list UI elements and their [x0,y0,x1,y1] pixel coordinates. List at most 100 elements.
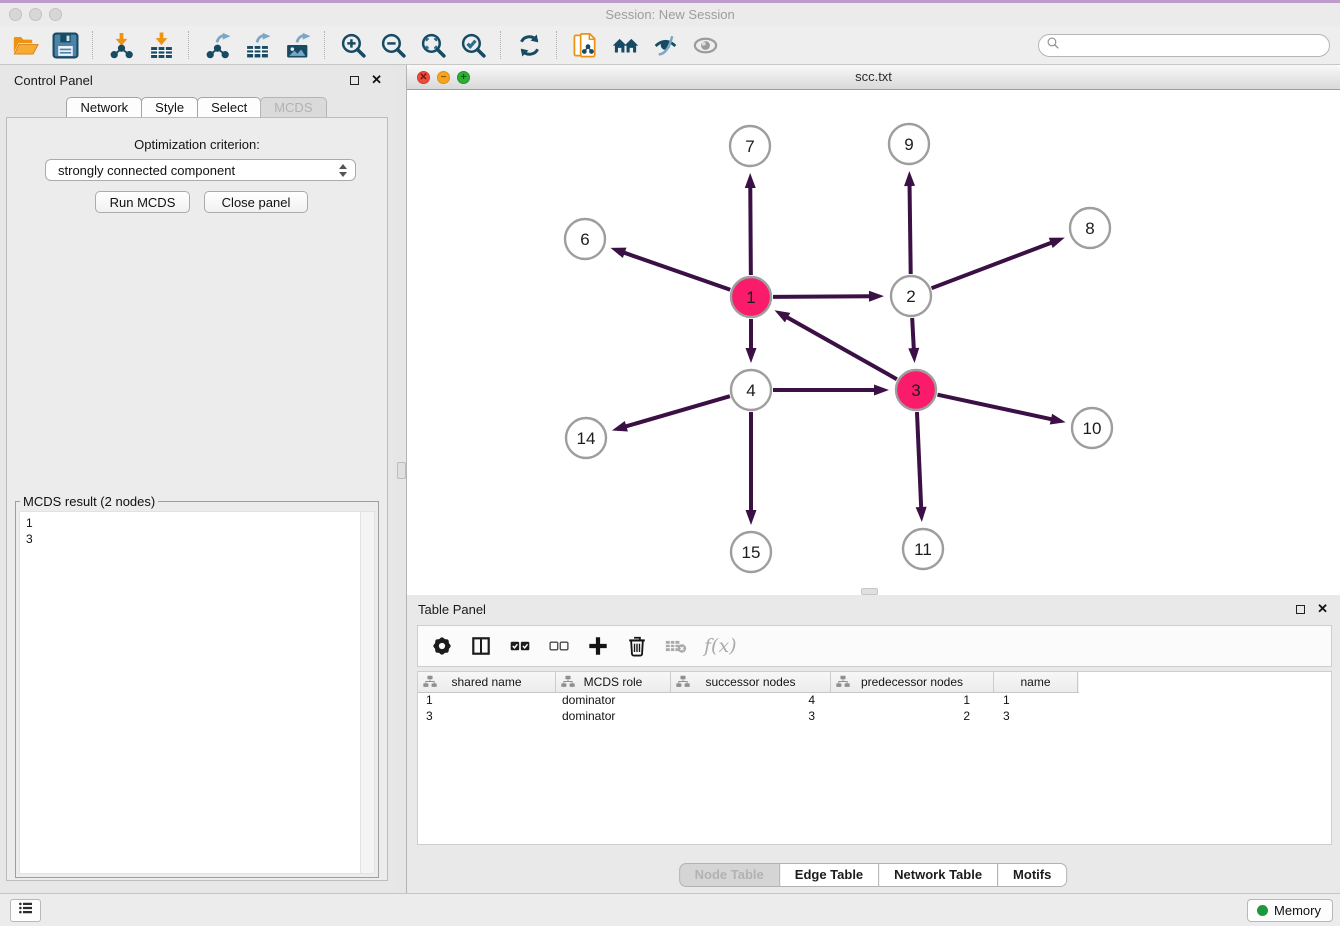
criterion-dropdown[interactable]: strongly connected component [45,159,356,181]
graph-edge-1-7[interactable] [750,186,751,275]
tab-network-table[interactable]: Network Table [878,863,998,887]
table-cell: 1 [831,693,994,709]
column-header-name[interactable]: name [994,672,1078,692]
export-table-icon[interactable] [240,28,274,62]
graph-edge-3-10[interactable] [938,395,1053,420]
tab-network[interactable]: Network [66,97,142,119]
close-panel-icon[interactable]: ✕ [371,75,382,85]
select-all-checkboxes-icon[interactable] [509,635,531,657]
graph-edge-4-14[interactable] [624,396,729,427]
graph-node-label: 10 [1083,419,1102,438]
zoom-selected-icon[interactable] [456,28,490,62]
graph-edge-arrowhead [746,348,757,363]
delete-column-icon[interactable] [626,635,648,657]
control-panel: Control Panel ✕ NetworkStyleSelectMCDS O… [0,65,394,893]
table-close-panel-icon[interactable]: ✕ [1317,604,1328,614]
zoom-fit-icon[interactable] [416,28,450,62]
function-builder-icon[interactable]: f(x) [704,635,737,657]
graph-edge-3-1[interactable] [786,317,897,380]
network-window-title: scc.txt [407,65,1340,89]
table-cell: 3 [994,709,1078,725]
graph-edge-2-8[interactable] [932,242,1053,288]
graph-node-label: 7 [745,137,754,156]
tab-mcds[interactable]: MCDS [260,97,326,119]
table-row[interactable]: 1dominator411 [418,693,1331,709]
graph-node-label: 8 [1085,219,1094,238]
table-cell: 1 [994,693,1078,709]
toolbar-separator [556,31,558,59]
graph-edge-3-11[interactable] [917,412,921,509]
column-header-predecessor-nodes[interactable]: predecessor nodes [831,672,994,692]
mcds-result-title: MCDS result (2 nodes) [20,494,158,509]
memory-button[interactable]: Memory [1247,899,1333,922]
clear-checkboxes-icon[interactable] [548,635,570,657]
mcds-result-box: MCDS result (2 nodes) 13 [15,494,379,878]
search-input[interactable] [1060,38,1329,53]
result-scrollbar[interactable] [360,512,374,873]
tab-style[interactable]: Style [141,97,198,119]
graph-node-label: 1 [746,288,755,307]
zoom-window-button[interactable] [49,8,62,21]
split-columns-icon[interactable] [470,635,492,657]
graph-node-label: 4 [746,381,755,400]
graph-edge-arrowhead [746,510,757,525]
graph-edge-1-2[interactable] [773,296,871,297]
show-annotations-icon[interactable] [688,28,722,62]
toolbar-icon-group [0,28,725,62]
tab-edge-table[interactable]: Edge Table [779,863,879,887]
import-network-icon[interactable] [104,28,138,62]
graph-edge-2-9[interactable] [910,184,911,274]
float-panel-icon[interactable] [350,76,359,85]
column-header-label: predecessor nodes [861,675,963,689]
graph-edge-2-3[interactable] [912,318,914,350]
add-column-icon[interactable] [587,635,609,657]
search-box[interactable] [1038,34,1330,57]
column-header-shared-name[interactable]: shared name [418,672,556,692]
zoom-in-icon[interactable] [336,28,370,62]
close-panel-button[interactable]: Close panel [204,191,308,213]
table-panel-title: Table Panel [418,602,486,617]
home-layout-icon[interactable] [608,28,642,62]
tab-motifs[interactable]: Motifs [997,863,1067,887]
minimize-window-button[interactable] [29,8,42,21]
column-header-successor-nodes[interactable]: successor nodes [671,672,831,692]
mcds-tab-content: Optimization criterion: strongly connect… [6,117,388,881]
network-resize-grip[interactable] [861,588,878,595]
open-file-icon[interactable] [8,28,42,62]
zoom-out-icon[interactable] [376,28,410,62]
hide-annotations-icon[interactable] [648,28,682,62]
tab-node-table[interactable]: Node Table [679,863,780,887]
task-history-button[interactable] [10,899,41,922]
table-float-panel-icon[interactable] [1296,605,1305,614]
close-window-button[interactable] [9,8,22,21]
export-network-icon[interactable] [200,28,234,62]
graph-edge-arrowhead [612,421,628,432]
graph-edge-arrowhead [908,348,919,363]
graph-edge-arrowhead [916,507,927,522]
column-tree-icon [423,675,437,688]
refresh-icon[interactable] [512,28,546,62]
table-cell: 3 [418,709,556,725]
table-cell: 3 [671,709,831,725]
network-canvas[interactable]: 7968124314101511 [407,90,1340,595]
import-table-icon[interactable] [144,28,178,62]
delete-table-icon[interactable] [665,635,687,657]
graph-node-label: 9 [904,135,913,154]
panel-splitter-grip[interactable] [397,462,406,479]
copy-network-icon[interactable] [568,28,602,62]
export-image-icon[interactable] [280,28,314,62]
gear-icon[interactable] [431,635,453,657]
table-panel: Table Panel ✕ f(x) shared name MCDS roles… [406,595,1340,893]
column-tree-icon [836,675,850,688]
column-header-mcds-role[interactable]: MCDS role [556,672,671,692]
graph-edge-1-6[interactable] [623,252,730,290]
save-session-icon[interactable] [48,28,82,62]
session-title: Session: New Session [0,3,1340,26]
optimization-criterion-label: Optimization criterion: [7,137,387,152]
table-row[interactable]: 3dominator323 [418,709,1331,725]
column-header-label: shared name [451,675,521,689]
column-tree-icon [561,675,575,688]
tab-select[interactable]: Select [197,97,261,119]
run-mcds-button[interactable]: Run MCDS [95,191,190,213]
search-icon [1046,36,1060,55]
